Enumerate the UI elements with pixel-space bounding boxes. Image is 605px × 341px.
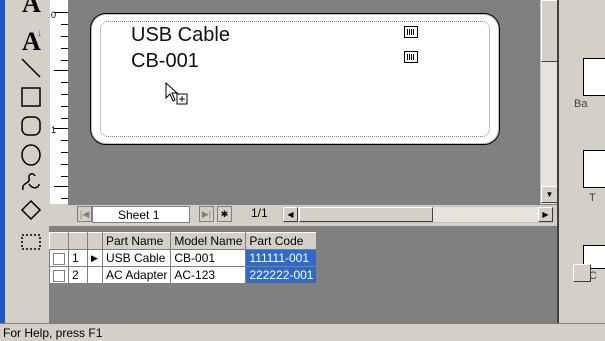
cell-part-name[interactable]: AC Adapter (101, 266, 172, 284)
label-design-area[interactable]: USB Cable CB-001 (90, 13, 500, 145)
scroll-thumb[interactable] (541, 0, 558, 62)
scroll-right-button[interactable]: ▶ (538, 207, 553, 222)
column-header-model-name[interactable]: Model Name (170, 232, 247, 250)
scroll-left-button[interactable]: ◀ (283, 207, 298, 222)
scroll-down-button[interactable]: ▼ (541, 186, 558, 203)
scroll-thumb[interactable] (299, 207, 433, 222)
object-palette: Ba T C (557, 0, 605, 323)
status-text: For Help, press F1 (3, 326, 103, 340)
grid-header-cell (87, 232, 103, 250)
freehand-tool-icon[interactable] (19, 170, 43, 194)
sheet-tab-bar: |◀ Sheet 1 ▶| ✱ 1/1 ◀ ▶ (68, 204, 557, 223)
row-number: 1 (68, 249, 88, 267)
row-indicator (87, 266, 103, 284)
column-header-part-code[interactable]: Part Code (245, 232, 318, 250)
current-row-indicator-icon: ▶ (87, 249, 103, 267)
cell-model-name[interactable]: AC-123 (170, 266, 247, 284)
vertical-ruler: 0 1 (50, 0, 69, 204)
add-object-cursor-icon (165, 82, 188, 105)
status-bar: For Help, press F1 (0, 323, 605, 341)
polygon-tool-icon[interactable] (19, 198, 43, 222)
select-area-tool-icon[interactable] (19, 230, 43, 254)
tab-sheet-1[interactable]: Sheet 1 (92, 206, 190, 223)
vertical-text-tool-icon[interactable]: A ↓ (19, 28, 43, 55)
row-checkbox[interactable] (49, 249, 69, 267)
last-sheet-button[interactable]: ▶| (199, 206, 214, 222)
new-sheet-button[interactable]: ✱ (217, 206, 232, 222)
ruler-label: 1 (51, 125, 57, 135)
column-header-part-name[interactable]: Part Name (101, 232, 172, 250)
first-sheet-button[interactable]: |◀ (77, 206, 92, 222)
rounded-rectangle-tool-icon[interactable] (19, 114, 43, 138)
field-link-icon[interactable] (404, 51, 418, 63)
cell-part-name[interactable]: USB Cable (101, 249, 172, 267)
label-text-model-name[interactable]: CB-001 (131, 50, 199, 73)
label-text-part-name[interactable]: USB Cable (131, 24, 230, 47)
table-row[interactable]: 1 ▶ USB Cable CB-001 111111-001 (49, 249, 318, 267)
canvas-vertical-scrollbar[interactable]: ▼ (540, 0, 558, 204)
grid-header-cell (49, 232, 69, 250)
data-grid: Part Name Model Name Part Code 1 ▶ USB C… (49, 232, 318, 284)
palette-label: Ba (574, 98, 588, 110)
cell-part-code[interactable]: 111111-001 (245, 249, 318, 267)
cell-model-name[interactable]: CB-001 (170, 249, 247, 267)
field-link-icon[interactable] (404, 26, 418, 38)
ellipse-tool-icon[interactable] (19, 143, 43, 167)
line-tool-icon[interactable] (19, 56, 43, 80)
row-checkbox[interactable] (49, 266, 69, 284)
rectangle-tool-icon[interactable] (19, 85, 43, 109)
down-arrow-icon: ↓ (37, 28, 42, 39)
table-row[interactable]: 2 AC Adapter AC-123 222222-001 (49, 266, 318, 284)
row-number: 2 (68, 266, 88, 284)
cell-part-code[interactable]: 222222-001 (245, 266, 318, 284)
horizontal-scrollbar[interactable]: ◀ ▶ (282, 206, 554, 223)
sheet-tab-label: Sheet 1 (118, 208, 160, 222)
restore-window-icon[interactable] (573, 264, 591, 282)
sheet-count: 1/1 (251, 206, 268, 220)
drawing-toolbox: A A ↓ (5, 0, 45, 323)
barcode-object-button[interactable] (583, 58, 605, 96)
palette-label: T (589, 192, 596, 204)
text-tool-icon[interactable]: A (22, 0, 46, 17)
grid-header-cell (68, 232, 88, 250)
text-object-button[interactable] (583, 150, 605, 188)
grid-header-row: Part Name Model Name Part Code (49, 232, 318, 250)
